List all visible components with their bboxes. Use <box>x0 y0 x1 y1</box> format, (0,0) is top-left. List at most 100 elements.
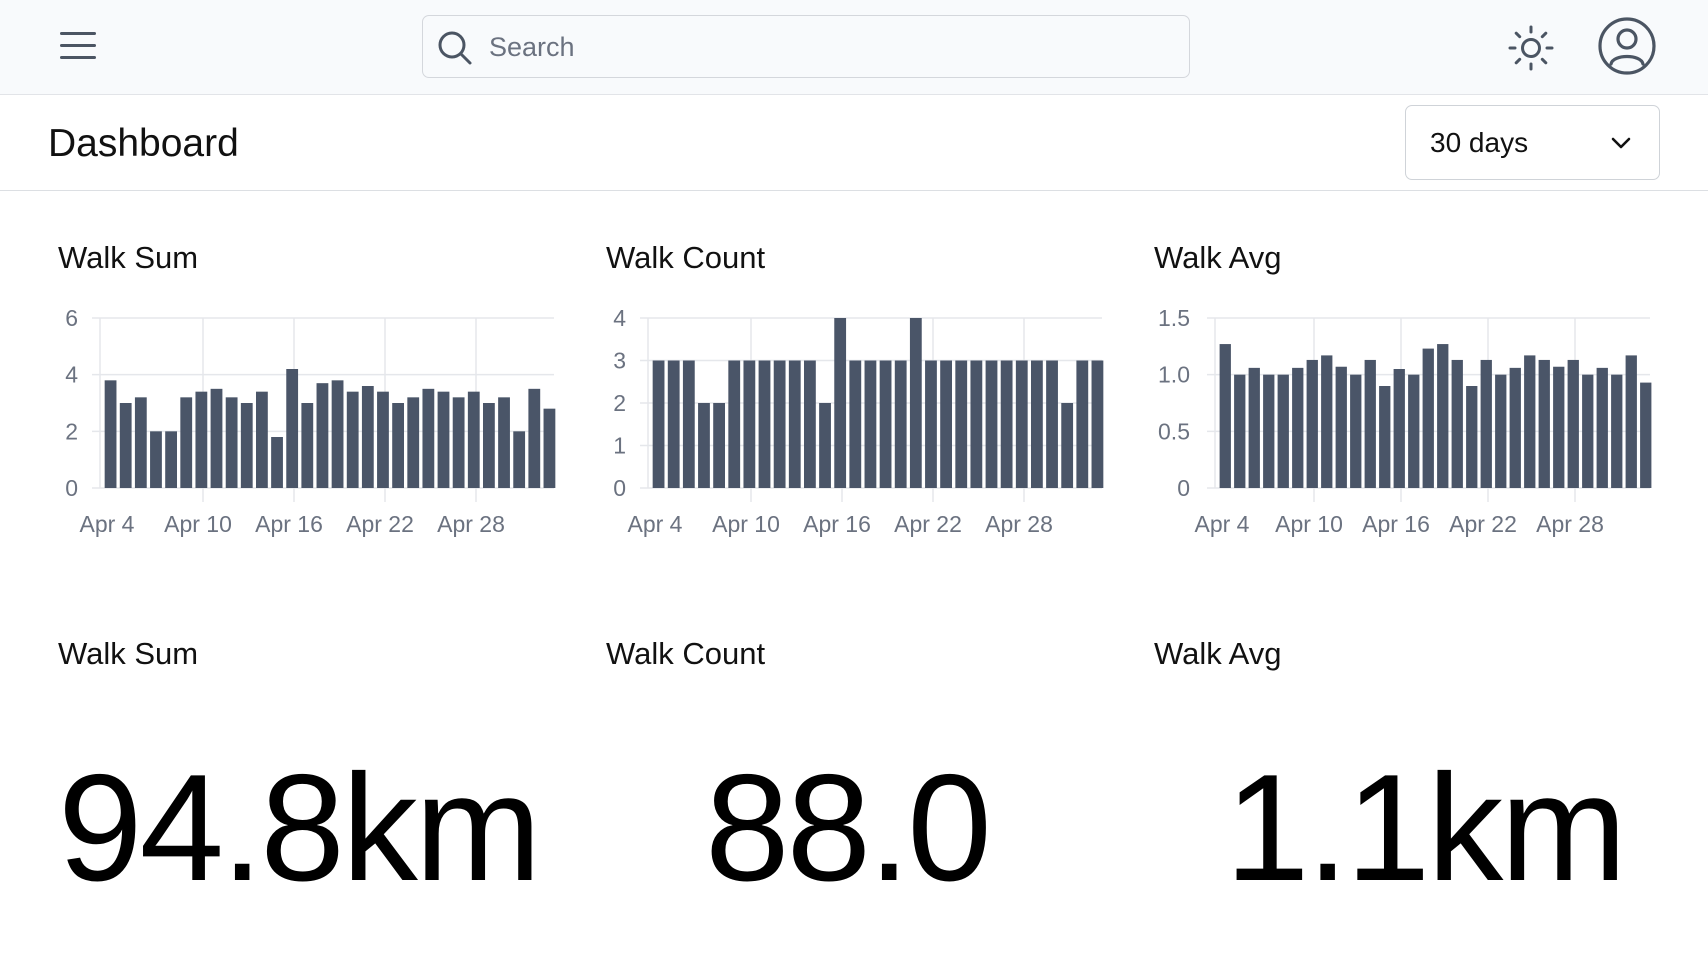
walk-avg-stat-value: 1.1km <box>1225 743 1627 913</box>
walk-count-stat-value: 88.0 <box>705 743 992 913</box>
bar <box>894 360 907 488</box>
search-icon <box>438 31 472 65</box>
page-header: Dashboard 30 days <box>0 96 1708 191</box>
bar <box>1379 386 1391 488</box>
range-select-value: 30 days <box>1430 127 1529 158</box>
bar <box>773 360 786 488</box>
x-tick-label: Apr 10 <box>712 511 780 537</box>
hamburger-icon[interactable] <box>58 28 102 64</box>
y-tick-label: 0.5 <box>1158 418 1190 444</box>
bar <box>165 431 178 488</box>
bar <box>361 386 374 488</box>
y-tick-label: 0 <box>1177 475 1190 501</box>
bar <box>271 437 283 488</box>
bar <box>713 403 726 488</box>
x-tick-label: Apr 22 <box>346 511 414 537</box>
bar <box>1091 360 1104 488</box>
chevron-down-icon <box>1611 137 1631 149</box>
y-tick-label: 2 <box>613 390 626 416</box>
bar <box>1480 359 1492 488</box>
bar <box>482 403 495 488</box>
x-tick-label: Apr 16 <box>1362 511 1430 537</box>
y-tick-label: 4 <box>613 305 626 331</box>
bar <box>940 360 953 488</box>
bar <box>1451 359 1463 488</box>
bar <box>255 391 268 488</box>
bar <box>955 360 968 488</box>
bar <box>667 360 680 488</box>
bar <box>1596 367 1608 488</box>
bar <box>758 360 771 488</box>
bar <box>392 403 405 488</box>
bar <box>513 431 526 488</box>
y-tick-label: 0 <box>613 475 626 501</box>
bar <box>437 391 450 488</box>
bar <box>467 391 480 488</box>
bar <box>1553 366 1565 488</box>
y-tick-label: 1.0 <box>1158 362 1190 388</box>
page-title: Dashboard <box>48 122 239 165</box>
bar <box>1408 374 1420 488</box>
bar <box>698 403 710 488</box>
y-tick-label: 2 <box>65 418 78 444</box>
bar <box>803 360 816 488</box>
bar <box>909 318 922 488</box>
bar <box>1393 369 1405 488</box>
bar <box>1625 355 1637 488</box>
x-tick-label: Apr 10 <box>1275 511 1343 537</box>
x-tick-label: Apr 16 <box>803 511 871 537</box>
x-tick-label: Apr 4 <box>1195 511 1250 537</box>
bar <box>1219 344 1231 488</box>
bar <box>180 397 193 488</box>
top-bar <box>0 0 1708 95</box>
bar <box>849 360 862 488</box>
x-tick-label: Apr 28 <box>985 511 1053 537</box>
walk-sum-chart: 0 2 4 6 Apr 4 Apr 10 Apr 16 Apr 22 Apr 28 <box>65 305 556 537</box>
walk-sum-chart-title: Walk Sum <box>58 240 199 275</box>
bar <box>1538 359 1550 488</box>
bar <box>1582 374 1594 488</box>
bar <box>864 360 877 488</box>
bar <box>150 431 162 488</box>
user-circle-icon[interactable] <box>1597 16 1657 81</box>
sun-icon[interactable] <box>1507 24 1555 77</box>
bar <box>682 360 695 488</box>
bar <box>452 397 465 488</box>
bar <box>1277 374 1289 488</box>
walk-count-stat-title: Walk Count <box>606 636 766 671</box>
walk-avg-chart-title: Walk Avg <box>1154 240 1282 275</box>
walk-count-chart-title: Walk Count <box>606 240 766 275</box>
bar <box>1061 403 1074 488</box>
bar <box>377 391 389 488</box>
bar <box>1524 355 1536 488</box>
bar <box>1030 360 1043 488</box>
x-tick-label: Apr 28 <box>1536 511 1604 537</box>
x-tick-label: Apr 16 <box>255 511 323 537</box>
bar <box>652 360 665 488</box>
bar <box>119 403 132 488</box>
bar <box>1248 367 1260 488</box>
x-tick-label: Apr 28 <box>437 511 505 537</box>
bar <box>1495 374 1507 488</box>
bar <box>788 360 801 488</box>
bar <box>1234 374 1246 488</box>
bar <box>1640 382 1652 488</box>
bar <box>1611 374 1623 488</box>
range-select[interactable]: 30 days <box>1405 105 1660 180</box>
bar <box>728 360 741 488</box>
bar <box>331 380 344 488</box>
bar <box>1422 348 1434 488</box>
walk-sum-stat-title: Walk Sum <box>58 636 199 671</box>
search-input[interactable] <box>487 24 1171 71</box>
walk-sum-stat-value: 94.8km <box>58 743 541 913</box>
y-tick-label: 1 <box>613 433 626 459</box>
bar <box>195 391 208 488</box>
bar <box>1306 359 1318 488</box>
bar <box>1292 367 1304 488</box>
y-tick-label: 4 <box>65 362 78 388</box>
search-box[interactable] <box>422 15 1190 78</box>
bar <box>970 360 983 488</box>
bar <box>819 403 831 488</box>
bar <box>407 397 420 488</box>
walk-count-chart: 0 1 2 3 4 Apr 4 Apr 10 Apr 16 Apr 22 Apr 28 <box>613 305 1104 537</box>
